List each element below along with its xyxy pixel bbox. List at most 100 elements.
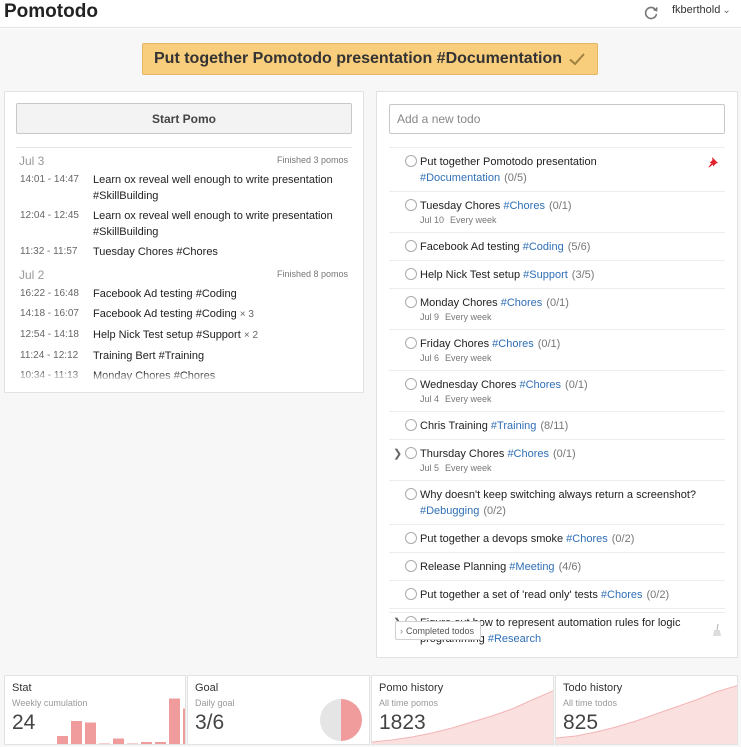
- todo-title-line: Chris Training #Training (8/11): [420, 418, 699, 434]
- todo-pomo-count: (0/1): [553, 448, 576, 460]
- top-bar: Pomotodo fkberthold ⌄: [0, 0, 741, 28]
- todo-item[interactable]: Put together Pomotodo presentation #Docu…: [389, 147, 725, 191]
- weekly-bar: [141, 742, 152, 744]
- todo-history-value: 825: [563, 711, 599, 734]
- todo-pomo-count: (0/1): [548, 200, 572, 212]
- app-logo[interactable]: Pomotodo: [4, 1, 98, 23]
- todo-title-line: Put together Pomotodo presentation #Docu…: [420, 154, 699, 186]
- weekly-bar: [85, 722, 96, 744]
- stat-card[interactable]: Stat Weekly cumulation 24: [4, 675, 186, 745]
- todo-tag[interactable]: #Chores: [507, 448, 549, 460]
- history-day: Jul 2 Finished 8 pomos 16:22 - 16:48 Facebo…: [5, 262, 363, 382]
- complete-todo-checkbox[interactable]: [405, 296, 417, 308]
- pomo-history-card[interactable]: Pomo history All time pomos 1823: [371, 675, 554, 745]
- todo-item[interactable]: Help Nick Test setup #Support (3/5): [389, 260, 725, 288]
- pin-icon[interactable]: [707, 156, 719, 168]
- todo-tag[interactable]: #Chores: [601, 589, 643, 601]
- todo-history-card[interactable]: Todo history All time todos 825: [555, 675, 738, 745]
- todo-item[interactable]: Monday Chores #Chores (0/1) Jul 9 Every wee…: [389, 288, 725, 329]
- todo-item[interactable]: Facebook Ad testing #Coding (5/6): [389, 232, 725, 260]
- todo-pomo-count: (3/5): [571, 269, 595, 281]
- todo-tag[interactable]: #Chores: [501, 297, 543, 309]
- history-entry[interactable]: 12:04 - 12:45 Learn ox reveal well enough…: [5, 206, 363, 242]
- todo-item[interactable]: Release Planning #Meeting (4/6): [389, 552, 725, 580]
- stat-subtitle: Weekly cumulation: [12, 698, 88, 708]
- todo-title-line: Wednesday Chores #Chores (0/1): [420, 377, 699, 393]
- complete-todo-checkbox[interactable]: [405, 155, 417, 167]
- add-todo-input[interactable]: [389, 104, 725, 134]
- history-entry-time: 14:01 - 14:47: [20, 174, 79, 185]
- complete-todo-checkbox[interactable]: [405, 199, 417, 211]
- complete-todo-checkbox[interactable]: [405, 532, 417, 544]
- todo-item[interactable]: ❯ Thursday Chores #Chores (0/1) Jul 5 Every …: [389, 439, 725, 480]
- complete-todo-checkbox[interactable]: [405, 588, 417, 600]
- complete-todo-checkbox[interactable]: [405, 560, 417, 572]
- todo-item[interactable]: Put together a devops smoke #Chores (0/2): [389, 524, 725, 552]
- history-entry[interactable]: 16:22 - 16:48 Facebook Ad testing #Coding: [5, 284, 363, 304]
- complete-todo-checkbox[interactable]: [405, 488, 417, 500]
- todo-repeat: Every week: [450, 215, 497, 225]
- broom-icon[interactable]: [712, 624, 722, 636]
- todo-item[interactable]: Chris Training #Training (8/11): [389, 411, 725, 439]
- complete-todo-checkbox[interactable]: [405, 378, 417, 390]
- history-entry[interactable]: 11:24 - 12:12 Training Bert #Training: [5, 346, 363, 366]
- todo-pomo-count: (0/5): [504, 172, 527, 184]
- todo-title-line: Friday Chores #Chores (0/1): [420, 336, 699, 352]
- todo-schedule: Jul 6 Every week: [420, 352, 699, 365]
- goal-subtitle: Daily goal: [195, 698, 235, 708]
- user-menu[interactable]: fkberthold ⌄: [672, 4, 731, 16]
- history-entry[interactable]: 11:32 - 11:57 Tuesday Chores #Chores: [5, 242, 363, 262]
- goal-value: 3/6: [195, 711, 225, 734]
- history-entry-time: 11:32 - 11:57: [20, 246, 78, 257]
- chevron-right-icon[interactable]: ❯: [393, 446, 402, 462]
- history-entry[interactable]: 14:01 - 14:47 Learn ox reveal well enough…: [5, 170, 363, 206]
- history-entry-time: 16:22 - 16:48: [20, 288, 79, 299]
- stats-bar: Stat Weekly cumulation 24 Goal Daily goa…: [0, 675, 741, 747]
- todo-tag[interactable]: #Debugging: [420, 505, 479, 517]
- history-entry[interactable]: 14:18 - 16:07 Facebook Ad testing #Coding…: [5, 304, 363, 325]
- todo-pomo-count: (4/6): [558, 561, 582, 573]
- complete-todo-checkbox[interactable]: [405, 419, 417, 431]
- todo-pomo-count: (8/11): [540, 420, 569, 432]
- todo-tag[interactable]: #Training: [491, 420, 536, 432]
- completed-todos-button[interactable]: › Completed todos: [395, 621, 482, 640]
- todo-tag[interactable]: #Chores: [492, 338, 534, 350]
- goal-card[interactable]: Goal Daily goal 3/6: [187, 675, 370, 745]
- todo-tag[interactable]: #Coding: [523, 241, 564, 253]
- todo-item[interactable]: Friday Chores #Chores (0/1) Jul 6 Every wee…: [389, 329, 725, 370]
- todo-tag[interactable]: #Chores: [519, 379, 561, 391]
- todo-list: Put together Pomotodo presentation #Docu…: [389, 147, 725, 652]
- complete-todo-checkbox[interactable]: [405, 337, 417, 349]
- todo-history-title: Todo history: [563, 682, 623, 694]
- todo-item[interactable]: Put together a set of 'read only' tests …: [389, 580, 725, 608]
- todo-title: Put together Pomotodo presentation: [420, 156, 597, 168]
- todo-pomo-count: (0/2): [611, 533, 635, 545]
- pomo-history-list[interactable]: Jul 3 Finished 3 pomos 14:01 - 14:47 Learn …: [5, 148, 363, 382]
- todo-tag[interactable]: #Support: [523, 269, 568, 281]
- todo-title-line: Thursday Chores #Chores (0/1): [420, 446, 699, 462]
- history-entry[interactable]: 12:54 - 14:18 Help Nick Test setup #Suppo…: [5, 325, 363, 346]
- todo-tag[interactable]: #Documentation: [420, 172, 500, 184]
- todo-pomo-count: (0/2): [646, 589, 670, 601]
- todo-item[interactable]: Wednesday Chores #Chores (0/1) Jul 4 Every …: [389, 370, 725, 411]
- todo-date: Jul 10: [420, 215, 445, 225]
- history-entry-multiplier: × 2: [243, 330, 259, 341]
- start-pomo-button[interactable]: Start Pomo: [16, 103, 352, 134]
- todo-item[interactable]: Why doesn't keep switching always return…: [389, 480, 725, 524]
- complete-todo-checkbox[interactable]: [405, 240, 417, 252]
- refresh-icon[interactable]: [643, 5, 659, 21]
- todo-pomo-count: (0/1): [537, 338, 561, 350]
- todo-title-line: Facebook Ad testing #Coding (5/6): [420, 239, 699, 255]
- complete-todo-checkbox[interactable]: [405, 268, 417, 280]
- todo-list-footer: › Completed todos: [389, 612, 725, 649]
- goal-title: Goal: [195, 682, 219, 694]
- current-task-banner[interactable]: Put together Pomotodo presentation #Docu…: [142, 43, 598, 75]
- todo-tag[interactable]: #Chores: [566, 533, 608, 545]
- check-icon[interactable]: [568, 51, 586, 67]
- todo-tag[interactable]: #Meeting: [509, 561, 554, 573]
- complete-todo-checkbox[interactable]: [405, 447, 417, 459]
- todo-schedule: Jul 5 Every week: [420, 462, 699, 475]
- todo-item[interactable]: Tuesday Chores #Chores (0/1) Jul 10 Every w…: [389, 191, 725, 232]
- todo-repeat: Every week: [445, 312, 492, 322]
- todo-tag[interactable]: #Chores: [503, 200, 545, 212]
